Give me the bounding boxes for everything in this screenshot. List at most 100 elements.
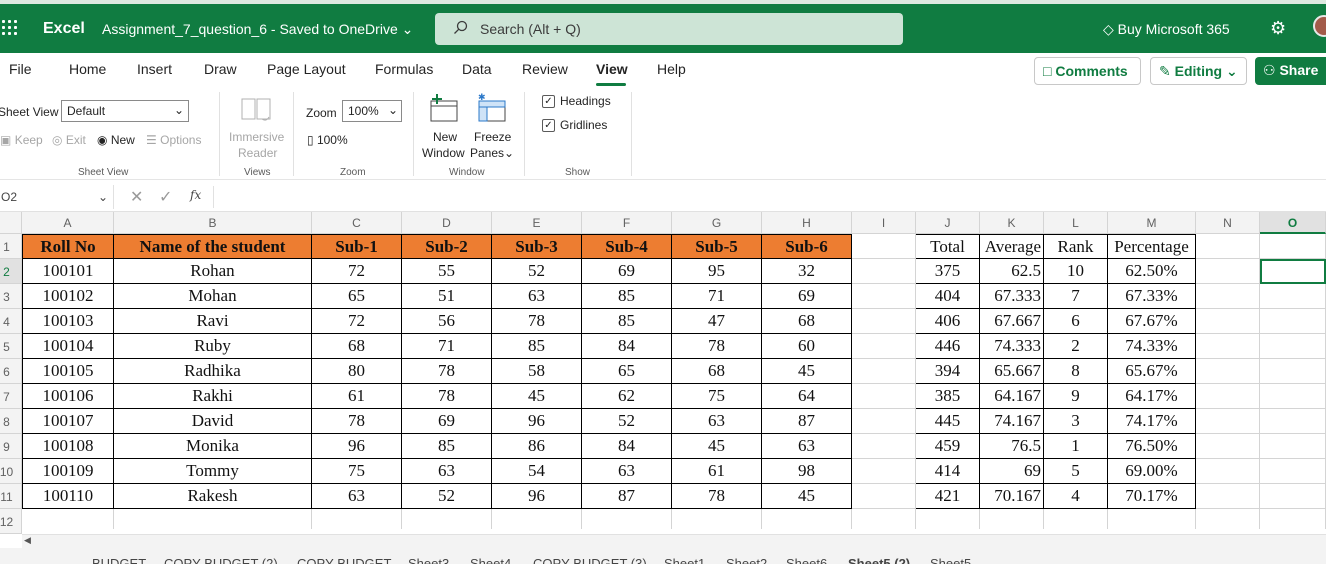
avatar[interactable]	[1313, 15, 1326, 37]
table-cell[interactable]: 8	[1044, 359, 1108, 384]
table-cell[interactable]: 64.17%	[1108, 384, 1196, 409]
table-cell[interactable]: 62.50%	[1108, 259, 1196, 284]
column-header[interactable]: O	[1260, 212, 1326, 234]
table-cell[interactable]: 45	[762, 484, 852, 509]
column-header[interactable]: A	[22, 212, 114, 234]
table-cell[interactable]: 56	[402, 309, 492, 334]
table-cell[interactable]	[1260, 359, 1326, 384]
settings-gear-icon[interactable]: ⚙	[1270, 18, 1286, 39]
table-cell[interactable]: 63	[492, 284, 582, 309]
table-cell[interactable]: Monika	[114, 434, 312, 459]
table-cell[interactable]: 69	[582, 259, 672, 284]
table-cell[interactable]: 100109	[22, 459, 114, 484]
table-cell[interactable]: 68	[762, 309, 852, 334]
column-header[interactable]: M	[1108, 212, 1196, 234]
row-header[interactable]: 3	[0, 284, 22, 309]
column-header[interactable]: N	[1196, 212, 1260, 234]
table-cell[interactable]	[1196, 284, 1260, 309]
table-cell[interactable]: 87	[762, 409, 852, 434]
table-cell[interactable]: 87	[582, 484, 672, 509]
buy-microsoft-365-button[interactable]: ◇ Buy Microsoft 365	[1103, 21, 1230, 38]
table-cell[interactable]: 55	[402, 259, 492, 284]
table-cell[interactable]: 69	[762, 284, 852, 309]
header-cell[interactable]	[1260, 234, 1326, 259]
table-cell[interactable]: 70.17%	[1108, 484, 1196, 509]
table-cell[interactable]: 65	[312, 284, 402, 309]
name-box[interactable]: O2 ⌄	[0, 185, 114, 209]
table-cell[interactable]	[852, 484, 916, 509]
table-cell[interactable]: 100108	[22, 434, 114, 459]
table-cell[interactable]: 65.667	[980, 359, 1044, 384]
table-cell[interactable]: 63	[582, 459, 672, 484]
row-header[interactable]: 2	[0, 259, 22, 284]
table-cell[interactable]	[916, 509, 980, 529]
table-cell[interactable]: 45	[492, 384, 582, 409]
menu-help[interactable]: Help	[657, 61, 686, 77]
row-header[interactable]: 9	[0, 434, 22, 459]
table-cell[interactable]: 85	[582, 284, 672, 309]
column-header[interactable]: L	[1044, 212, 1108, 234]
immersive-reader-icon[interactable]	[240, 95, 272, 127]
table-cell[interactable]	[1260, 284, 1326, 309]
row-header[interactable]: 8	[0, 409, 22, 434]
sheet-tab[interactable]: BUDGET	[92, 556, 146, 564]
table-cell[interactable]	[852, 384, 916, 409]
table-cell[interactable]: 100103	[22, 309, 114, 334]
table-cell[interactable]	[1260, 459, 1326, 484]
menu-review[interactable]: Review	[522, 61, 568, 77]
table-cell[interactable]: 100102	[22, 284, 114, 309]
sheet-tab[interactable]: Sheet6	[786, 556, 827, 564]
table-cell[interactable]	[1196, 259, 1260, 284]
table-cell[interactable]	[1260, 334, 1326, 359]
table-cell[interactable]: Rakesh	[114, 484, 312, 509]
table-cell[interactable]: 100107	[22, 409, 114, 434]
table-cell[interactable]	[1260, 509, 1326, 529]
table-cell[interactable]	[852, 359, 916, 384]
menu-insert[interactable]: Insert	[137, 61, 172, 77]
table-cell[interactable]	[582, 509, 672, 529]
table-cell[interactable]: 69.00%	[1108, 459, 1196, 484]
table-cell[interactable]: 406	[916, 309, 980, 334]
table-cell[interactable]: 96	[312, 434, 402, 459]
header-cell[interactable]: Sub-4	[582, 234, 672, 259]
table-cell[interactable]: 64	[762, 384, 852, 409]
table-cell[interactable]: 78	[672, 484, 762, 509]
table-cell[interactable]: 84	[582, 334, 672, 359]
table-cell[interactable]: 76.5	[980, 434, 1044, 459]
table-cell[interactable]	[1196, 359, 1260, 384]
table-cell[interactable]	[1196, 509, 1260, 529]
row-header[interactable]: 4	[0, 309, 22, 334]
select-all-corner[interactable]	[0, 212, 22, 234]
table-cell[interactable]: 78	[402, 384, 492, 409]
table-cell[interactable]: 1	[1044, 434, 1108, 459]
menu-draw[interactable]: Draw	[204, 61, 237, 77]
table-cell[interactable]: Radhika	[114, 359, 312, 384]
column-header[interactable]: B	[114, 212, 312, 234]
table-cell[interactable]: 421	[916, 484, 980, 509]
table-cell[interactable]: 85	[402, 434, 492, 459]
table-cell[interactable]	[312, 509, 402, 529]
table-cell[interactable]: 74.17%	[1108, 409, 1196, 434]
new-sheet-view-button[interactable]: ◉ New	[97, 133, 135, 147]
zoom-select[interactable]: 100% ⌄	[342, 100, 402, 122]
table-cell[interactable]: 72	[312, 309, 402, 334]
header-cell[interactable]: Sub-2	[402, 234, 492, 259]
table-cell[interactable]: 63	[402, 459, 492, 484]
table-cell[interactable]	[1260, 484, 1326, 509]
table-cell[interactable]: 70.167	[980, 484, 1044, 509]
table-cell[interactable]	[852, 409, 916, 434]
row-header[interactable]: 10	[0, 459, 22, 484]
table-cell[interactable]	[1196, 409, 1260, 434]
table-cell[interactable]: 67.33%	[1108, 284, 1196, 309]
column-header[interactable]: E	[492, 212, 582, 234]
row-header[interactable]: 1	[0, 234, 22, 259]
table-cell[interactable]: 64.167	[980, 384, 1044, 409]
table-cell[interactable]: 375	[916, 259, 980, 284]
gridlines-checkbox[interactable]: ✓ Gridlines	[542, 118, 607, 133]
header-cell[interactable]: Sub-3	[492, 234, 582, 259]
header-cell[interactable]: Roll No	[22, 234, 114, 259]
table-cell[interactable]: 78	[492, 309, 582, 334]
column-header[interactable]: I	[852, 212, 916, 234]
table-cell[interactable]	[492, 509, 582, 529]
table-cell[interactable]: 100101	[22, 259, 114, 284]
